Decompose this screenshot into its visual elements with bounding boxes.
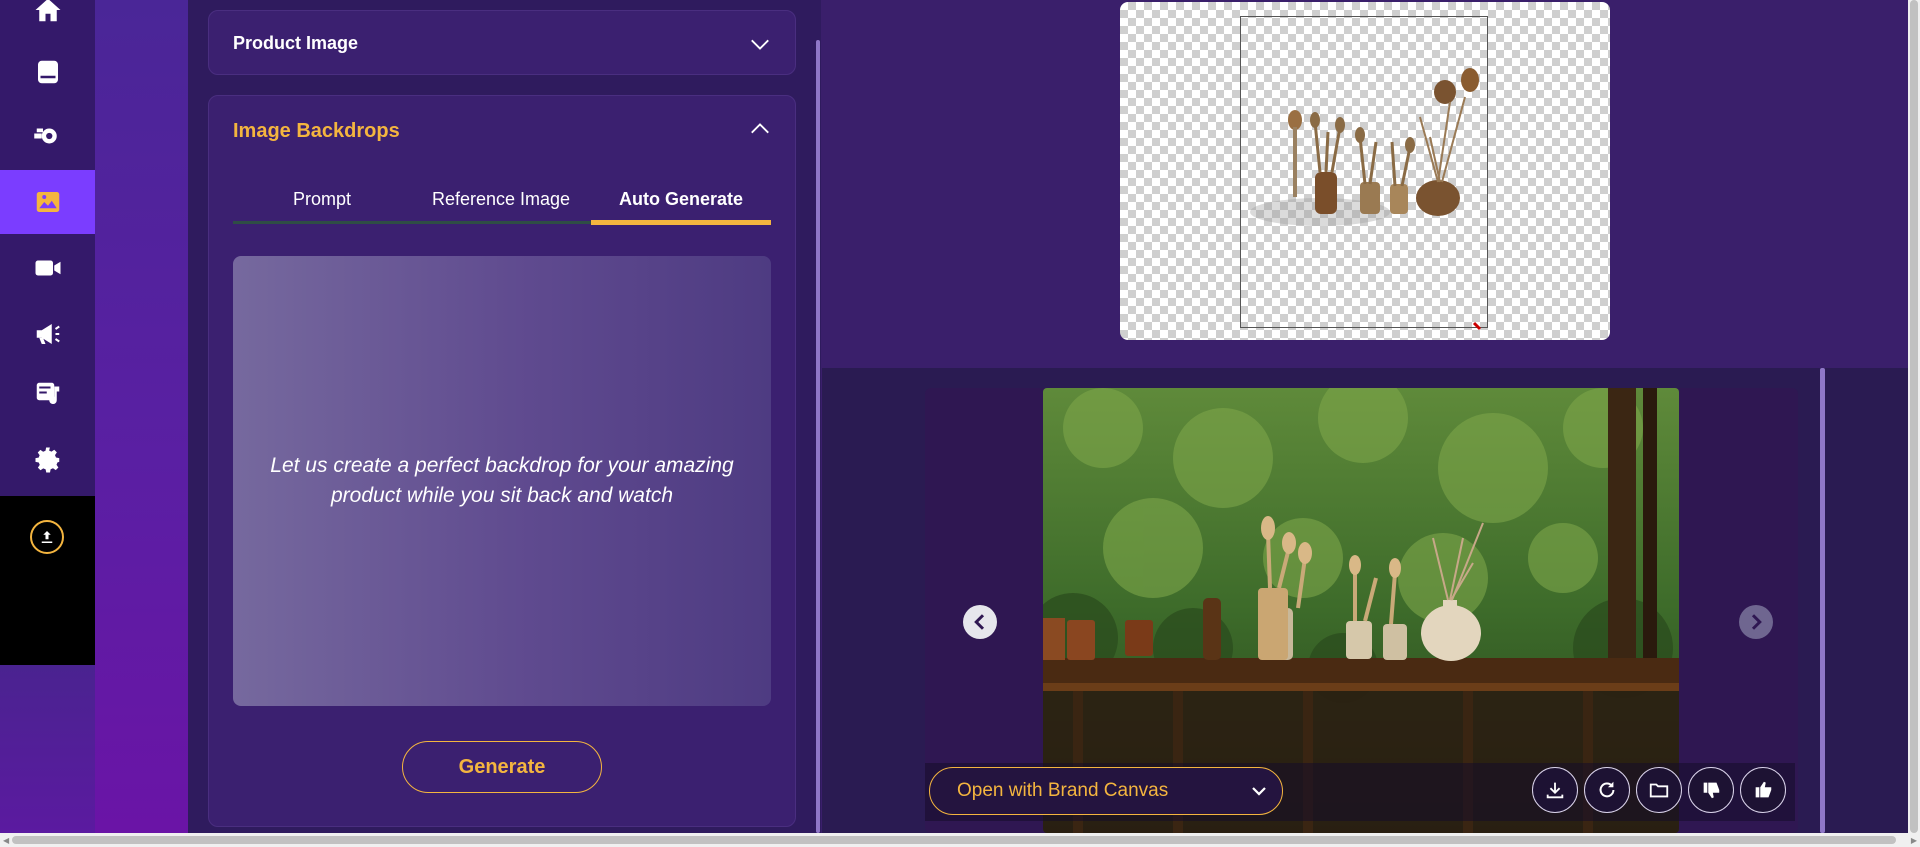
save-to-folder-button[interactable] bbox=[1636, 767, 1682, 813]
product-cutout-preview bbox=[1120, 2, 1610, 340]
image-backdrops-section: Image Backdrops Prompt Reference Image A… bbox=[208, 95, 796, 827]
product-image-title: Product Image bbox=[233, 33, 359, 53]
download-button[interactable] bbox=[1532, 767, 1578, 813]
tab-underline bbox=[233, 221, 591, 224]
active-tab-indicator bbox=[591, 220, 771, 225]
panel-scrollbar[interactable] bbox=[816, 40, 820, 833]
sidebar-bottom bbox=[0, 665, 95, 833]
auto-generate-box: Let us create a perfect backdrop for you… bbox=[233, 256, 771, 706]
tab-reference-image[interactable]: Reference Image bbox=[411, 181, 591, 217]
page-vertical-scrollbar[interactable] bbox=[1908, 0, 1920, 833]
scroll-thumb[interactable] bbox=[12, 836, 1896, 844]
result-action-bar: Open with Brand Canvas bbox=[925, 763, 1795, 821]
image-backdrops-title[interactable]: Image Backdrops bbox=[233, 120, 400, 143]
sidebar-item-campaigns[interactable] bbox=[0, 302, 95, 366]
sidebar-item-scripts[interactable] bbox=[0, 362, 95, 426]
decorative-strip bbox=[95, 0, 188, 833]
product-cutout-image bbox=[1250, 68, 1482, 331]
download-icon bbox=[1546, 782, 1564, 799]
folder-icon bbox=[1649, 783, 1669, 798]
sidebar-item-settings[interactable] bbox=[0, 428, 95, 492]
chevron-down-icon[interactable] bbox=[749, 33, 771, 55]
sidebar-item-images[interactable] bbox=[0, 170, 95, 234]
results-scrollbar[interactable] bbox=[1820, 368, 1825, 833]
sidebar-item-video[interactable] bbox=[0, 236, 95, 300]
page-horizontal-scrollbar[interactable]: ◀ ▶ bbox=[0, 833, 1920, 847]
backdrop-tabs: Prompt Reference Image Auto Generate bbox=[233, 181, 771, 221]
refresh-icon bbox=[1599, 781, 1615, 798]
settings-icon bbox=[35, 447, 59, 473]
upload-icon bbox=[41, 531, 53, 543]
notes-icon bbox=[36, 382, 59, 405]
open-brand-canvas-label: Open with Brand Canvas bbox=[957, 780, 1169, 801]
megaphone-icon bbox=[36, 324, 60, 344]
sidebar-item-library[interactable] bbox=[0, 40, 95, 104]
chevron-up-icon[interactable] bbox=[749, 118, 771, 140]
home-icon bbox=[35, 0, 60, 22]
tab-auto-generate[interactable]: Auto Generate bbox=[591, 181, 771, 217]
video-icon bbox=[35, 260, 60, 276]
thumbs-down-icon bbox=[1703, 782, 1720, 799]
thumbs-up-icon bbox=[1755, 781, 1772, 798]
upload-button[interactable] bbox=[30, 520, 64, 554]
sidebar-item-home[interactable] bbox=[0, 0, 95, 42]
sidebar-item-automation[interactable] bbox=[0, 104, 95, 168]
carousel-prev-button[interactable] bbox=[963, 605, 997, 639]
generate-button[interactable]: Generate bbox=[402, 741, 602, 793]
dislike-button[interactable] bbox=[1688, 767, 1734, 813]
carousel-next-button[interactable] bbox=[1739, 605, 1773, 639]
open-brand-canvas-button[interactable]: Open with Brand Canvas bbox=[929, 767, 1283, 815]
regenerate-button[interactable] bbox=[1584, 767, 1630, 813]
chevron-right-icon bbox=[1751, 614, 1762, 630]
chevron-down-icon[interactable] bbox=[1250, 782, 1268, 800]
scroll-left-icon[interactable]: ◀ bbox=[3, 836, 9, 845]
auto-generate-text: Let us create a perfect backdrop for you… bbox=[270, 454, 734, 507]
book-icon bbox=[37, 60, 58, 84]
chevron-left-icon bbox=[974, 614, 985, 630]
tab-prompt[interactable]: Prompt bbox=[233, 181, 411, 217]
image-icon bbox=[36, 192, 59, 212]
scroll-thumb[interactable] bbox=[1910, 0, 1918, 833]
like-button[interactable] bbox=[1740, 767, 1786, 813]
product-image-section[interactable]: Product Image bbox=[208, 10, 796, 75]
scroll-right-icon[interactable]: ▶ bbox=[1911, 836, 1917, 845]
gear-arrow-icon bbox=[33, 128, 57, 144]
